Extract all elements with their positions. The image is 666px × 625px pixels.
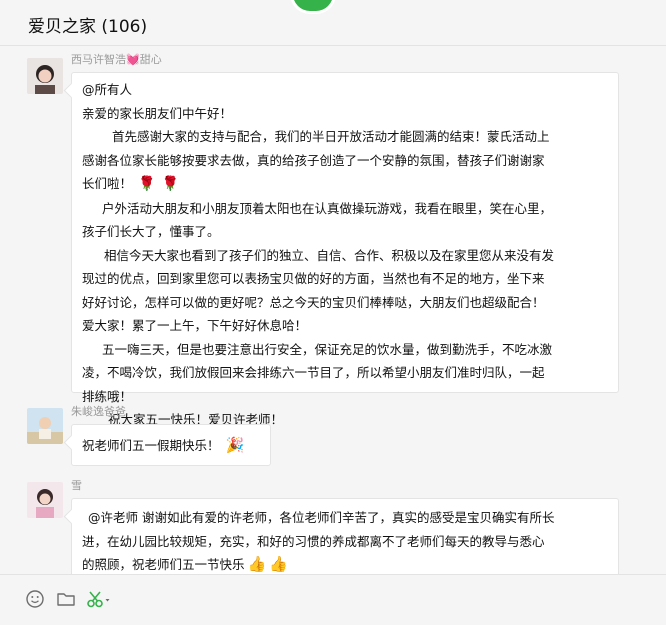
avatar[interactable] bbox=[27, 482, 63, 518]
message-line: 亲爱的家长朋友们中午好！ bbox=[82, 105, 233, 121]
rose-icon: 🌹 bbox=[161, 176, 179, 192]
message-bubble[interactable]: @所有人 亲爱的家长朋友们中午好！ 首先感谢大家的支持与配合，我们的半日开放活动… bbox=[71, 72, 619, 427]
message-list[interactable]: 西马许智浩💓甜心 @所有人 亲爱的家长朋友们中午好！ 首先感谢大家的支持与配合，… bbox=[0, 46, 666, 574]
message-bubble[interactable]: @许老师 谢谢如此有爱的许老师，各位老师们辛苦了，真实的感受是宝贝确实有所长 进… bbox=[71, 498, 619, 574]
scissors-icon[interactable] bbox=[86, 589, 112, 609]
message-line: 排练哦！ bbox=[82, 388, 133, 404]
message-line: 现过的优点，回到家里您可以表扬宝贝做的好的方面，当然也有不足的地方，坐下来 bbox=[82, 271, 545, 286]
message-line: 进，在幼儿园比较规矩，充实，和好的习惯的养成都离不了老师们每天的教导与悉心 bbox=[82, 533, 545, 549]
message-line: @所有人 bbox=[82, 82, 133, 97]
message-line: 感谢各位家长能够按要求去做，真的给孩子创造了一个安静的氛围，替孩子们谢谢家 bbox=[82, 152, 545, 168]
emoji-icon[interactable] bbox=[25, 589, 45, 609]
message-line: 爱大家！累了一上午，下午好好休息哈！ bbox=[82, 318, 308, 333]
message-line: 祝老师们五一假期快乐！ bbox=[82, 438, 220, 453]
input-toolbar bbox=[0, 574, 666, 625]
avatar[interactable] bbox=[27, 58, 63, 94]
message-line: @许老师 谢谢如此有爱的许老师，各位老师们辛苦了，真实的感受是宝贝确实有所长 bbox=[88, 510, 555, 525]
thumbs-up-icon: 👍 bbox=[247, 555, 267, 573]
avatar[interactable] bbox=[27, 408, 63, 444]
message-line: 凌，不喝冷饮，我们放假回来会排练六一节目了，所以希望小朋友们准时归队，一起 bbox=[82, 365, 545, 380]
message-line: 户外活动大朋友和小朋友顶着太阳也在认真做操玩游戏，我看在眼里，笑在心里， bbox=[102, 200, 553, 216]
message-line: 长们啦！ bbox=[82, 176, 133, 191]
thumbs-up-icon: 👍 bbox=[269, 555, 288, 573]
chat-header: 爱贝之家 (106) bbox=[0, 0, 666, 46]
chat-title: 爱贝之家 (106) bbox=[28, 17, 148, 37]
message-line: 好好讨论，怎样可以做的更好呢？总之今天的宝贝们棒棒哒，大朋友们也超级配合！ bbox=[82, 294, 545, 310]
message-line-with-emoji: 祝老师们五一假期快乐！ 🎉 bbox=[82, 433, 270, 458]
sender-name: 朱峻逸爸爸 bbox=[71, 405, 126, 418]
party-popper-icon: 🎉 bbox=[225, 436, 245, 454]
notification-dot[interactable] bbox=[290, 0, 336, 14]
message-line: 五一嗨三天，但是也要注意出行安全，保证充足的饮水量，做到勤洗手，不吃冰激 bbox=[102, 341, 553, 357]
folder-icon[interactable] bbox=[56, 589, 76, 609]
message-line: 首先感谢大家的支持与配合，我们的半日开放活动才能圆满的结束！蒙氏活动上 bbox=[112, 129, 550, 144]
message-line: 相信今天大家也看到了孩子们的独立、自信、合作、积极以及在家里您从来没有发 bbox=[104, 247, 555, 263]
sender-name: 西马许智浩💓甜心 bbox=[71, 53, 162, 66]
message-line-with-emoji: 的照顾，祝老师们五一节快乐 👍 👍 bbox=[82, 553, 618, 574]
message-bubble[interactable]: 祝老师们五一假期快乐！ 🎉 bbox=[71, 424, 271, 466]
message-line: 的照顾，祝老师们五一节快乐 bbox=[82, 557, 245, 572]
sender-name: 雪 bbox=[71, 479, 82, 492]
message-line: 孩子们长大了，懂事了。 bbox=[82, 224, 220, 239]
rose-icon: 🌹 bbox=[138, 176, 156, 192]
message-line-with-emoji: 长们啦！ 🌹 🌹 bbox=[82, 172, 618, 197]
